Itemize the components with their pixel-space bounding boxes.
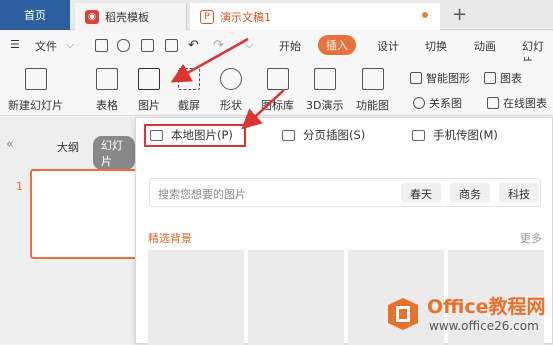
undo-icon[interactable]: ↶ <box>188 38 199 53</box>
tab-document[interactable]: P 演示文稿1 <box>190 3 440 30</box>
screenshot-button[interactable]: 截屏 <box>178 63 200 113</box>
page-insert-option[interactable]: 分页插图(S) <box>282 127 365 143</box>
local-picture-option[interactable]: 本地图片(P) <box>150 127 233 143</box>
three-d-icon <box>313 68 336 90</box>
picture-label: 图片 <box>138 99 160 112</box>
watermark-brand: Office教程网 <box>427 296 546 318</box>
collapse-icon[interactable]: « <box>6 137 14 152</box>
new-slide-icon <box>24 68 47 90</box>
print-icon[interactable] <box>141 39 154 52</box>
redo-icon[interactable]: ↷ <box>213 38 224 53</box>
local-picture-label: 本地图片(P) <box>171 128 233 142</box>
smart-art-icon <box>410 72 422 84</box>
chart-label: 图表 <box>500 72 522 85</box>
function-chart-icon <box>361 68 384 90</box>
save-icon[interactable] <box>95 39 108 52</box>
preview-icon[interactable] <box>165 39 178 52</box>
menu-animation[interactable]: 动画 <box>474 38 496 54</box>
smart-art-label: 智能图形 <box>426 72 470 85</box>
background-card[interactable] <box>248 250 344 345</box>
watermark: Office教程网 www.office26.com <box>385 292 550 342</box>
slides-tab[interactable]: 幻灯片 <box>93 136 135 170</box>
unsaved-dot-icon <box>422 12 428 18</box>
more-link[interactable]: 更多 <box>520 230 542 246</box>
tab-document-label: 演示文稿1 <box>220 10 271 24</box>
slide-pane: « 大纲 幻灯片 1 <box>0 117 140 344</box>
new-slide-button[interactable]: 新建幻灯片 <box>8 63 63 113</box>
more-chevron-icon[interactable]: ⌵ <box>245 38 253 52</box>
outline-tab[interactable]: 大纲 <box>57 139 79 155</box>
icon-library-button[interactable]: 图标库 <box>261 63 294 113</box>
tab-template-label: 稻壳模板 <box>105 10 149 24</box>
phone-upload-option[interactable]: 手机传图(M) <box>412 127 498 143</box>
menu-start[interactable]: 开始 <box>279 38 301 54</box>
online-chart-icon <box>487 97 499 109</box>
image-icon <box>150 129 163 141</box>
office-logo-icon <box>388 298 418 330</box>
smart-art-button[interactable]: 智能图形 <box>410 70 470 86</box>
watermark-url: www.office26.com <box>429 319 539 333</box>
chip-spring[interactable]: 春天 <box>401 183 441 203</box>
menu-row: ☰ 文件 ⌵ ↶ ↷ ⌵ 开始 插入 设计 切换 动画 幻灯片 <box>0 31 553 69</box>
shape-icon <box>220 68 242 90</box>
slide-number: 1 <box>16 180 23 193</box>
tab-bar: 首页 ◉ 稻壳模板 P 演示文稿1 + <box>0 0 553 30</box>
relation-button[interactable]: 关系图 <box>413 95 462 111</box>
online-chart-button[interactable]: 在线图表 <box>487 95 547 111</box>
shape-button[interactable]: 形状 <box>220 63 242 113</box>
screenshot-label: 截屏 <box>178 99 200 112</box>
function-chart-label: 功能图 <box>356 99 389 112</box>
function-chart-button[interactable]: 功能图 <box>356 63 389 113</box>
relation-label: 关系图 <box>429 97 462 110</box>
slide-thumbnail[interactable] <box>30 169 140 259</box>
tab-home[interactable]: 首页 <box>0 0 70 30</box>
tab-home-label: 首页 <box>24 9 46 22</box>
chevron-down-icon[interactable]: ⌵ <box>66 38 74 52</box>
new-tab-icon[interactable]: + <box>452 4 467 25</box>
export-icon[interactable] <box>117 39 130 52</box>
chip-tech[interactable]: 科技 <box>499 183 539 203</box>
chip-business[interactable]: 商务 <box>450 183 490 203</box>
menu-design[interactable]: 设计 <box>377 38 399 54</box>
tab-template[interactable]: ◉ 稻壳模板 <box>75 3 187 30</box>
table-button[interactable]: 表格 <box>96 63 118 113</box>
table-icon <box>96 68 118 90</box>
three-d-label: 3D演示 <box>306 99 344 112</box>
picture-icon <box>138 68 160 90</box>
phone-upload-label: 手机传图(M) <box>433 128 498 142</box>
page-insert-icon <box>282 129 295 141</box>
page-insert-label: 分页插图(S) <box>303 128 366 142</box>
relation-icon <box>413 97 425 109</box>
table-label: 表格 <box>96 99 118 112</box>
daoke-icon: ◉ <box>85 9 99 24</box>
chart-icon <box>484 72 496 84</box>
three-d-button[interactable]: 3D演示 <box>306 63 343 113</box>
icon-library-icon <box>266 68 289 90</box>
presentation-icon: P <box>200 9 214 24</box>
section-title: 精选背景 <box>148 232 192 245</box>
search-placeholder: 搜索您想要的图片 <box>158 188 246 201</box>
picture-button[interactable]: 图片 <box>138 63 160 113</box>
chart-button[interactable]: 图表 <box>484 70 522 86</box>
scissors-icon <box>178 68 200 90</box>
phone-icon <box>412 129 425 141</box>
background-card[interactable] <box>148 250 244 345</box>
new-slide-label: 新建幻灯片 <box>8 99 63 112</box>
picture-search-input[interactable]: 搜索您想要的图片 春天 商务 科技 <box>149 178 541 207</box>
menu-file[interactable]: 文件 <box>35 38 57 54</box>
menu-transition[interactable]: 切换 <box>425 38 447 54</box>
icon-library-label: 图标库 <box>261 99 294 112</box>
shape-label: 形状 <box>220 99 242 112</box>
hamburger-icon[interactable]: ☰ <box>10 38 20 51</box>
insert-ribbon: 新建幻灯片 表格 图片 截屏 形状 图标库 3D演示 功能图 智能图形 图表 关… <box>0 61 553 116</box>
online-chart-label: 在线图表 <box>503 97 547 110</box>
menu-insert[interactable]: 插入 <box>318 35 356 55</box>
